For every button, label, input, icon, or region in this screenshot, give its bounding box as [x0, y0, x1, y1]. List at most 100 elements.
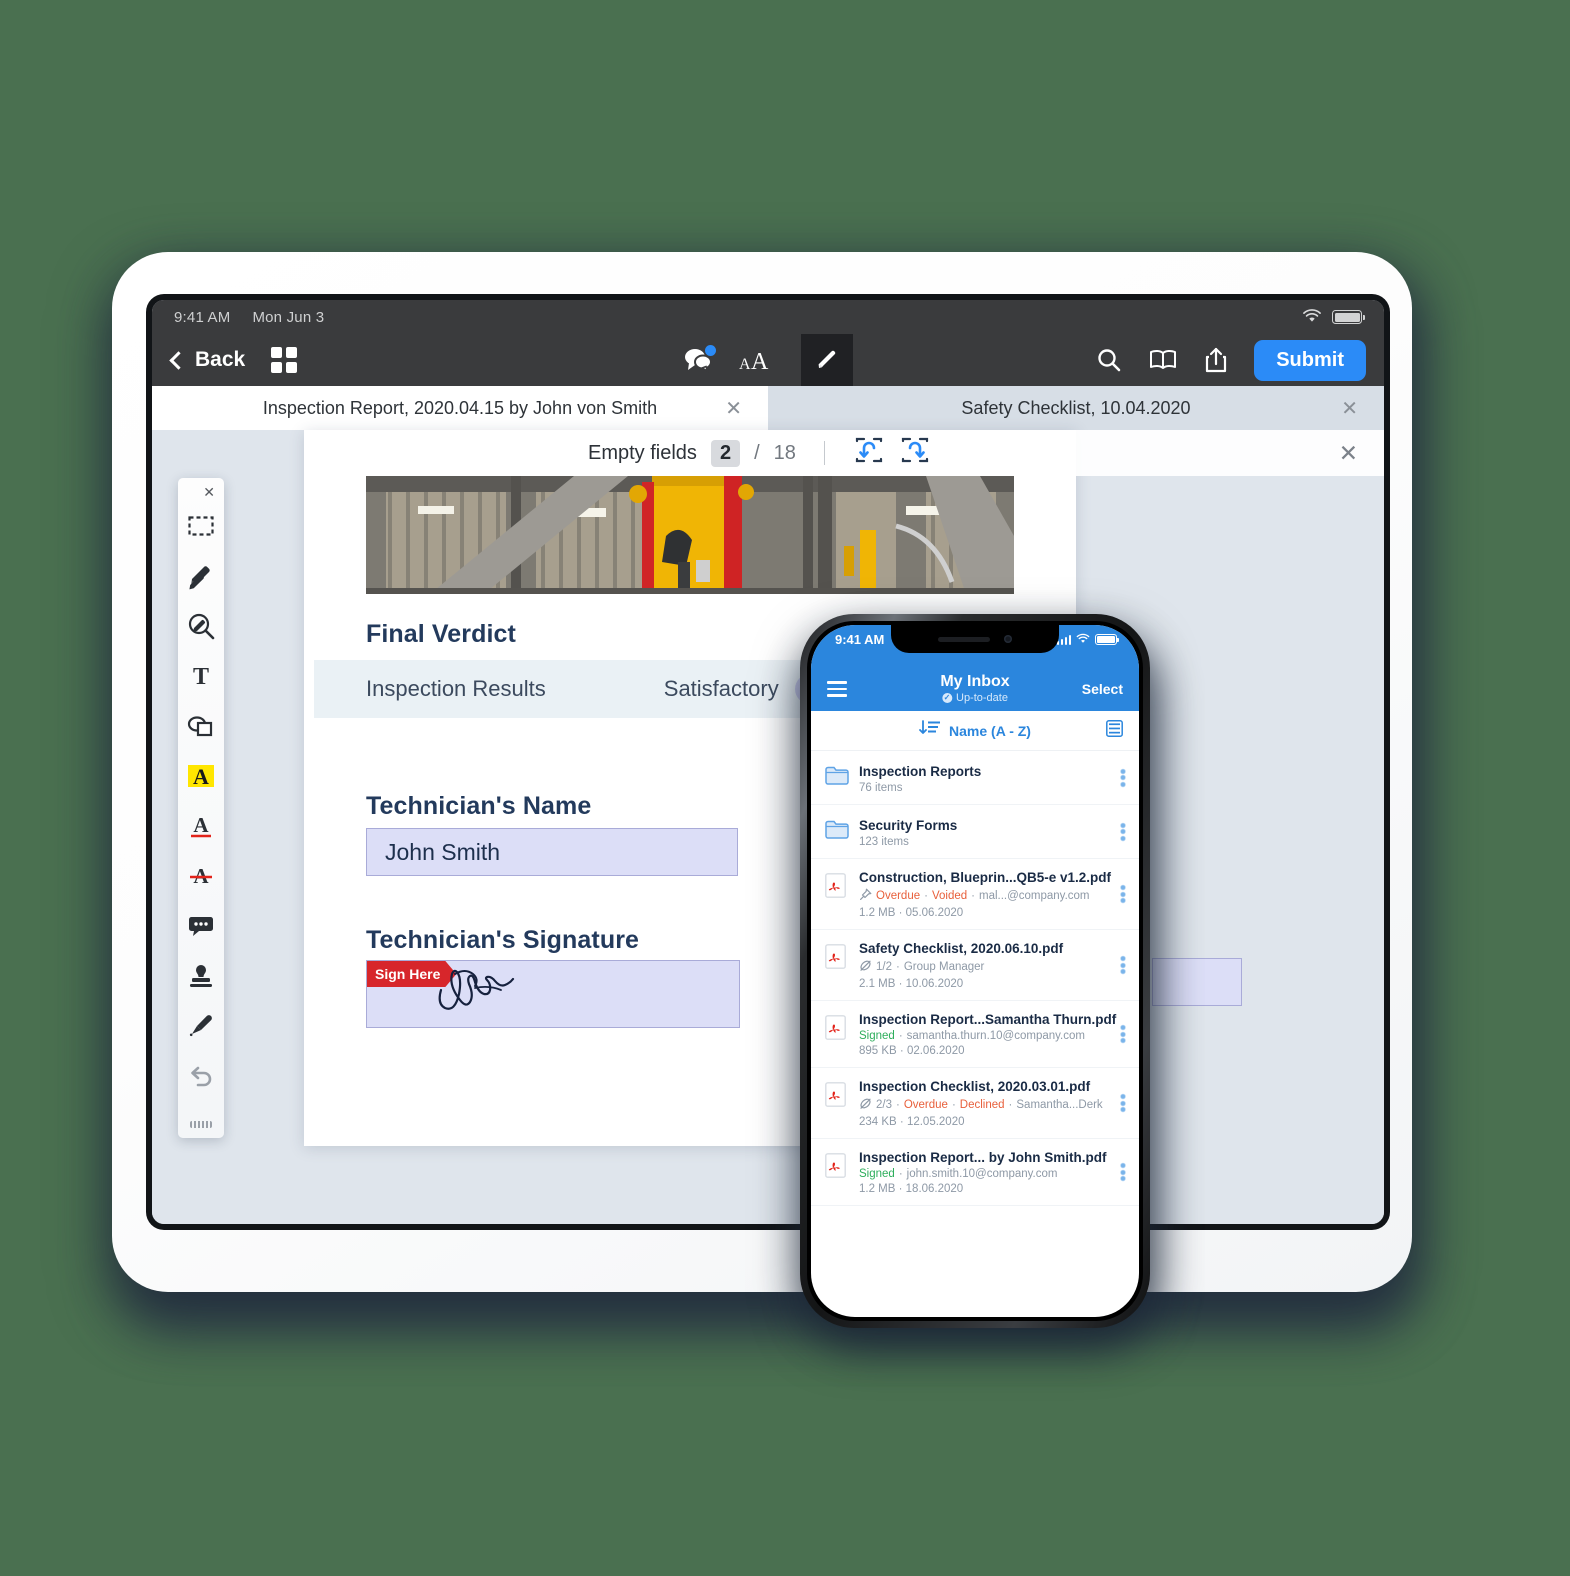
more-options-icon[interactable] — [1121, 1025, 1125, 1043]
search-icon[interactable] — [1096, 347, 1122, 373]
text-size-icon[interactable]: A A — [739, 347, 775, 373]
more-options-icon[interactable] — [1121, 956, 1125, 974]
pages-icon — [860, 1098, 871, 1109]
annotation-palette: ✕ T A A — [178, 478, 224, 1138]
front-camera — [1004, 635, 1012, 643]
svg-text:A: A — [739, 356, 751, 373]
more-options-icon[interactable] — [1121, 1094, 1125, 1112]
signature-tool[interactable] — [178, 1001, 224, 1051]
submit-button[interactable]: Submit — [1254, 339, 1366, 381]
folder-list-item[interactable]: Security Forms 123 items — [811, 805, 1139, 859]
highlight-A-icon: A — [188, 764, 214, 789]
page-title: My Inbox — [940, 673, 1010, 691]
close-icon[interactable]: ✕ — [1341, 396, 1358, 421]
file-list-item[interactable]: Inspection Checklist, 2020.03.01.pdf 2/3 ·… — [811, 1068, 1139, 1139]
item-meta-part: Overdue — [903, 1099, 948, 1111]
drag-grip[interactable] — [190, 1121, 212, 1128]
more-options-icon[interactable] — [1121, 1163, 1125, 1181]
comments-icon[interactable] — [683, 345, 716, 373]
comment-tool[interactable] — [178, 901, 224, 951]
sort-descending-icon[interactable] — [919, 720, 941, 741]
select-button[interactable]: Select — [1082, 681, 1123, 697]
technician-signature-heading: Technician's Signature — [366, 926, 640, 954]
item-meta-part: john.smith.10@company.com — [906, 1168, 1058, 1180]
file-list-item[interactable]: Construction, Blueprin...QB5-e v1.2.pdf O… — [811, 859, 1139, 930]
svg-text:T: T — [193, 664, 209, 688]
wifi-icon — [1076, 632, 1090, 647]
tab-safety-checklist[interactable]: Safety Checklist, 10.04.2020 ✕ — [768, 386, 1384, 430]
pdf-icon — [825, 870, 855, 919]
hamburger-menu-icon[interactable] — [827, 681, 847, 697]
close-icon[interactable]: ✕ — [725, 396, 742, 421]
pdf-icon — [825, 1153, 846, 1178]
svg-text:A: A — [193, 813, 209, 837]
folder-list-item[interactable]: Inspection Reports 76 items — [811, 751, 1139, 805]
pages-icon — [859, 1097, 872, 1113]
back-button-label: Back — [195, 348, 246, 371]
sort-label[interactable]: Name (A - Z) — [949, 723, 1031, 739]
share-icon[interactable] — [1204, 346, 1228, 374]
phone-screen: 9:41 AM My Inbox ✓ Up-to-date Select Nam… — [811, 625, 1139, 1317]
magnifier-pen-icon — [188, 613, 215, 640]
industrial-robot-arm-photo — [366, 476, 1014, 594]
next-field-icon[interactable] — [899, 436, 931, 470]
pin-icon — [859, 888, 872, 904]
dot-separator: · — [1008, 1099, 1013, 1111]
close-icon[interactable]: ✕ — [1339, 440, 1358, 467]
inbox-list: Inspection Reports 76 items Security Forms… — [811, 751, 1139, 1206]
text-tool[interactable]: T — [178, 651, 224, 701]
item-title: Inspection Checklist, 2020.03.01.pdf — [859, 1079, 1091, 1094]
technician-signature-field[interactable]: Sign Here — [366, 960, 740, 1028]
dot-separator: · — [896, 1099, 900, 1111]
pencil-tool[interactable] — [178, 551, 224, 601]
partial-form-field[interactable] — [1152, 958, 1242, 1006]
book-icon[interactable] — [1148, 348, 1178, 372]
more-options-icon[interactable] — [1121, 823, 1125, 840]
file-list-item[interactable]: Safety Checklist, 2020.06.10.pdf 1/2 · Grou… — [811, 930, 1139, 1001]
highlight-tool[interactable]: A — [178, 751, 224, 801]
sync-status-label: Up-to-date — [956, 691, 1008, 704]
empty-fields-total: 18 — [773, 441, 796, 464]
item-meta-part: Signed — [859, 1030, 895, 1042]
file-list-item[interactable]: Inspection Report...Samantha Thurn.pdf Si… — [811, 1001, 1139, 1068]
close-icon[interactable]: ✕ — [203, 484, 215, 501]
tablet-status-date: Mon Jun 3 — [252, 308, 325, 326]
more-options-icon[interactable] — [1121, 885, 1125, 903]
folder-icon — [825, 766, 849, 785]
underline-tool[interactable]: A — [178, 801, 224, 851]
earpiece-speaker — [938, 636, 990, 642]
more-options-icon[interactable] — [1121, 769, 1125, 786]
battery-icon — [1332, 310, 1366, 324]
list-view-icon[interactable] — [1106, 719, 1123, 742]
document-viewport: Final Verdict Inspection Results Satisfa… — [152, 430, 1384, 1224]
tab-inspection-report[interactable]: Inspection Report, 2020.04.15 by John vo… — [152, 386, 768, 430]
dot-separator: · — [898, 1030, 903, 1042]
comment-bubble-icon — [189, 917, 213, 936]
dot-separator: · — [971, 890, 975, 902]
empty-fields-label: Empty fields — [588, 441, 697, 464]
text-T-icon: T — [193, 664, 209, 688]
annotate-pencil-button[interactable] — [801, 334, 853, 386]
undo-tool[interactable] — [178, 1051, 224, 1101]
previous-field-icon[interactable] — [853, 436, 885, 470]
item-meta: 2/3 · Overdue · Declined · Samantha...Derk — [859, 1097, 1125, 1113]
technician-name-field[interactable]: John Smith — [366, 828, 738, 876]
pages-icon — [860, 960, 871, 971]
pdf-icon — [825, 1082, 846, 1107]
dashed-rectangle-icon — [188, 516, 214, 536]
shapes-tool[interactable] — [178, 701, 224, 751]
magnifier-tool[interactable] — [178, 601, 224, 651]
stamp-tool[interactable] — [178, 951, 224, 1001]
pencils-icon — [189, 566, 210, 590]
tab-label: Inspection Report, 2020.04.15 by John vo… — [262, 397, 658, 418]
back-button[interactable]: Back — [169, 348, 246, 372]
tab-label: Safety Checklist, 10.04.2020 — [961, 397, 1191, 418]
handwritten-signature — [438, 969, 515, 1010]
pencil-icon — [818, 350, 836, 368]
strikethrough-tool[interactable]: A — [178, 851, 224, 901]
selection-tool[interactable] — [178, 501, 224, 551]
inspection-results-value[interactable]: Satisfactory — [664, 676, 779, 702]
file-list-item[interactable]: Inspection Report... by John Smith.pdf Si… — [811, 1139, 1139, 1206]
grid-thumbnails-icon[interactable] — [271, 347, 298, 373]
item-meta-part: mal...@company.com — [978, 890, 1090, 902]
